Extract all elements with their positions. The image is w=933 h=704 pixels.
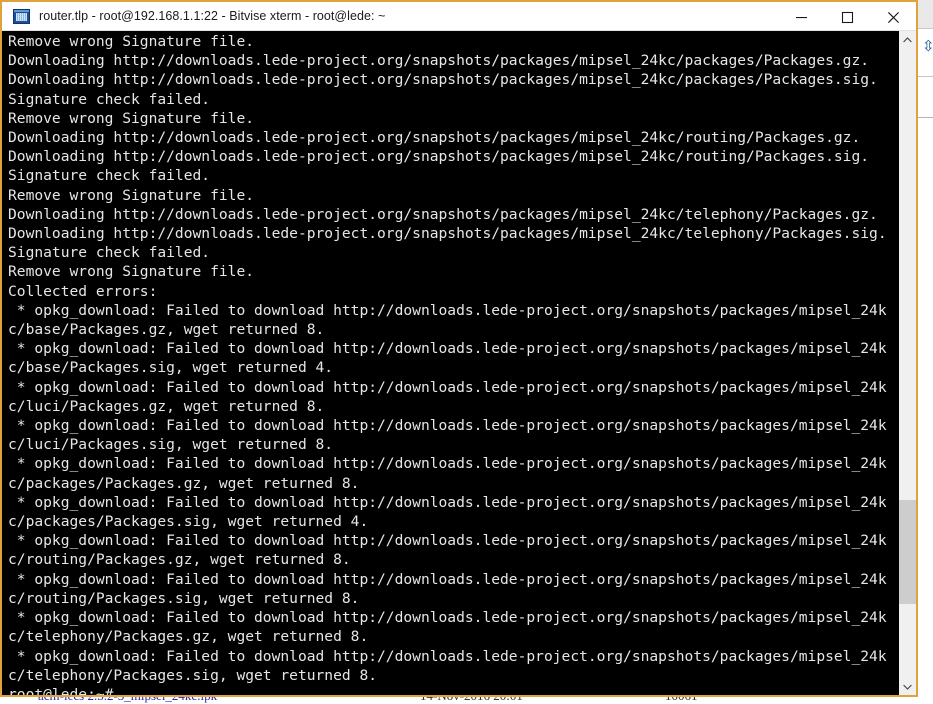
terminal-line: c/base/Packages.gz, wget returned 8. — [8, 321, 325, 339]
scrollbar-up-arrow-icon[interactable] — [899, 31, 916, 48]
terminal-line: Signature check failed. — [8, 90, 211, 108]
xterm-window: router.tlp - root@192.168.1.1:22 - Bitvi… — [0, 0, 918, 697]
terminal-line: c/telephony/Packages.gz, wget returned 8… — [8, 628, 369, 646]
terminal-line: Signature check failed. — [8, 167, 211, 185]
terminal-line: Downloading http://downloads.lede-projec… — [8, 52, 870, 70]
terminal-line: Remove wrong Signature file. — [8, 186, 255, 204]
terminal-line: * opkg_download: Failed to download http… — [8, 455, 887, 473]
window-title: router.tlp - root@192.168.1.1:22 - Bitvi… — [39, 9, 386, 23]
terminal-line: * opkg_download: Failed to download http… — [8, 647, 887, 665]
terminal-scrollbar[interactable] — [898, 31, 916, 695]
terminal-icon — [13, 8, 30, 24]
terminal-line: root@lede:~# — [8, 685, 114, 695]
terminal-line: Downloading http://downloads.lede-projec… — [8, 205, 878, 223]
scrollbar-thumb[interactable] — [899, 500, 916, 605]
terminal-line: * opkg_download: Failed to download http… — [8, 493, 887, 511]
terminal-line: c/routing/Packages.sig, wget returned 8. — [8, 589, 360, 607]
background-window-icon: ⇳ — [922, 38, 933, 55]
terminal-line: * opkg_download: Failed to download http… — [8, 340, 887, 358]
window-controls — [778, 2, 916, 33]
terminal-line: c/telephony/Packages.sig, wget returned … — [8, 666, 378, 684]
terminal-line: Downloading http://downloads.lede-projec… — [8, 148, 870, 166]
terminal-line: * opkg_download: Failed to download http… — [8, 417, 887, 435]
minimize-button[interactable] — [778, 2, 824, 33]
terminal-line: Remove wrong Signature file. — [8, 263, 255, 281]
title-bar[interactable]: router.tlp - root@192.168.1.1:22 - Bitvi… — [2, 0, 916, 31]
terminal-line: Downloading http://downloads.lede-projec… — [8, 225, 887, 243]
terminal-screen[interactable]: Remove wrong Signature file. Downloading … — [2, 31, 898, 695]
terminal-line: Downloading http://downloads.lede-projec… — [8, 129, 861, 147]
terminal-line: * opkg_download: Failed to download http… — [8, 532, 887, 550]
scrollbar-down-arrow-icon[interactable] — [899, 678, 916, 695]
terminal-line: * opkg_download: Failed to download http… — [8, 609, 887, 627]
terminal-line: c/luci/Packages.gz, wget returned 8. — [8, 397, 325, 415]
terminal-line: c/routing/Packages.gz, wget returned 8. — [8, 551, 351, 569]
terminal-line: * opkg_download: Failed to download http… — [8, 570, 887, 588]
terminal-line: c/packages/Packages.sig, wget returned 4… — [8, 513, 369, 531]
terminal-line: c/luci/Packages.sig, wget returned 8. — [8, 436, 334, 454]
terminal-line: * opkg_download: Failed to download http… — [8, 378, 887, 396]
terminal-line: Remove wrong Signature file. — [8, 33, 255, 50]
background-window-divider — [918, 76, 933, 77]
terminal-area: Remove wrong Signature file. Downloading … — [2, 31, 916, 695]
terminal-line: c/packages/Packages.gz, wget returned 8. — [8, 474, 360, 492]
terminal-line: Signature check failed. — [8, 244, 211, 262]
terminal-line: c/base/Packages.sig, wget returned 4. — [8, 359, 334, 377]
terminal-line: Downloading http://downloads.lede-projec… — [8, 71, 878, 89]
terminal-line: * opkg_download: Failed to download http… — [8, 301, 887, 319]
close-button[interactable] — [870, 2, 916, 33]
terminal-line: Remove wrong Signature file. — [8, 109, 255, 127]
background-window-divider-secondary — [918, 117, 933, 118]
maximize-button[interactable] — [824, 2, 870, 33]
terminal-line: Collected errors: — [8, 282, 158, 300]
